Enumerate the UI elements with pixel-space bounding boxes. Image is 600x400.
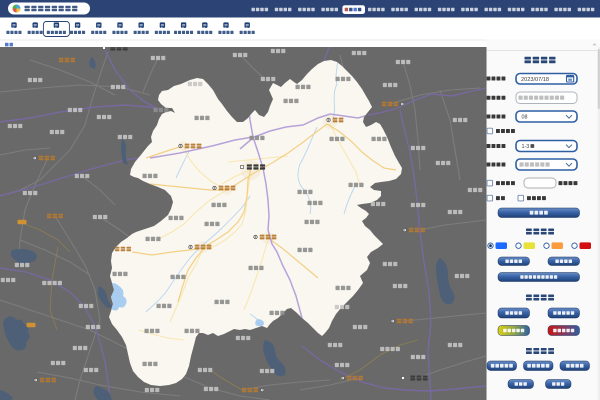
svg-text:08: 08 [522,115,528,121]
svg-text:1-3: 1-3 [522,144,530,150]
svg-text:2023/07/18: 2023/07/18 [521,77,549,83]
